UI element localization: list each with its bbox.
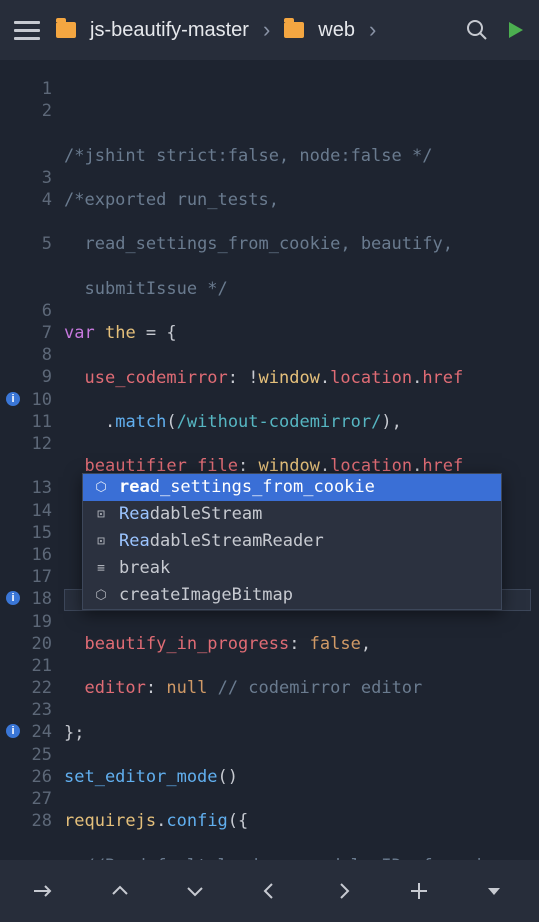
autocomplete-item[interactable]: ⬡ read_settings_from_cookie: [83, 474, 501, 501]
autocomplete-popup: ⬡ read_settings_from_cookie ⊡ ReadableSt…: [82, 473, 502, 610]
code-token: /*exported run_tests,: [64, 190, 279, 210]
symbol-icon: ≡: [93, 555, 109, 582]
play-icon[interactable]: [503, 18, 527, 42]
line-number: 9: [42, 367, 52, 387]
line-number: 21: [32, 656, 52, 676]
code-token: /*jshint strict:false, node:false */: [64, 146, 432, 166]
chevron-right-icon: ›: [369, 17, 376, 43]
line-number: 15: [32, 523, 52, 543]
dropdown-icon[interactable]: [474, 871, 514, 911]
breadcrumb-parent[interactable]: js-beautify-master: [90, 19, 249, 42]
line-number: 16: [32, 545, 52, 565]
top-toolbar: js-beautify-master › web ›: [0, 0, 539, 60]
menu-icon[interactable]: [12, 15, 42, 46]
line-number: 10: [32, 390, 52, 410]
autocomplete-item[interactable]: ⬡ createImageBitmap: [83, 582, 501, 609]
line-number: 8: [42, 345, 52, 365]
line-number: 17: [32, 567, 52, 587]
code-area[interactable]: /*jshint strict:false, node:false */ /*e…: [64, 78, 539, 860]
breadcrumb-current[interactable]: web: [318, 19, 355, 42]
line-number: 20: [32, 634, 52, 654]
line-number: 19: [32, 612, 52, 632]
line-number: 11: [32, 412, 52, 432]
line-number: 14: [32, 501, 52, 521]
autocomplete-item[interactable]: ≡ break: [83, 555, 501, 582]
line-number: 1: [42, 79, 52, 99]
line-number: 18: [32, 589, 52, 609]
symbol-icon: ⊡: [93, 528, 109, 555]
line-number: 23: [32, 700, 52, 720]
line-number: 25: [32, 745, 52, 765]
line-number: 26: [32, 767, 52, 787]
line-gutter: 1 2 3 4 5 6 7 8 9 i10 11 12 13 14 15 16 …: [0, 78, 64, 860]
autocomplete-item[interactable]: ⊡ ReadableStreamReader: [83, 528, 501, 555]
line-number: 28: [32, 811, 52, 831]
symbol-icon: ⬡: [93, 582, 109, 609]
line-number: 13: [32, 478, 52, 498]
line-number: 27: [32, 789, 52, 809]
line-number: 6: [42, 301, 52, 321]
plus-icon[interactable]: [399, 871, 439, 911]
down-icon[interactable]: [175, 871, 215, 911]
folder-icon: [284, 22, 304, 38]
symbol-icon: ⬡: [93, 474, 109, 501]
folder-icon: [56, 22, 76, 38]
code-token: [64, 234, 84, 254]
line-number: 2: [42, 101, 52, 121]
line-number: 3: [42, 168, 52, 188]
line-number: 5: [42, 234, 52, 254]
info-marker-icon[interactable]: i: [6, 591, 20, 605]
line-number: 12: [32, 434, 52, 454]
line-number: 7: [42, 323, 52, 343]
line-number: 24: [32, 722, 52, 742]
bottom-toolbar: [0, 860, 539, 922]
symbol-icon: ⊡: [93, 501, 109, 528]
right-icon[interactable]: [324, 871, 364, 911]
line-number: 4: [42, 190, 52, 210]
info-marker-icon[interactable]: i: [6, 392, 20, 406]
up-icon[interactable]: [100, 871, 140, 911]
left-icon[interactable]: [249, 871, 289, 911]
tab-icon[interactable]: [25, 871, 65, 911]
chevron-right-icon: ›: [263, 17, 270, 43]
autocomplete-item[interactable]: ⊡ ReadableStream: [83, 501, 501, 528]
code-editor[interactable]: 1 2 3 4 5 6 7 8 9 i10 11 12 13 14 15 16 …: [0, 60, 539, 860]
line-number: 22: [32, 678, 52, 698]
code-token: [64, 279, 84, 299]
search-icon[interactable]: [465, 18, 489, 42]
info-marker-icon[interactable]: i: [6, 724, 20, 738]
